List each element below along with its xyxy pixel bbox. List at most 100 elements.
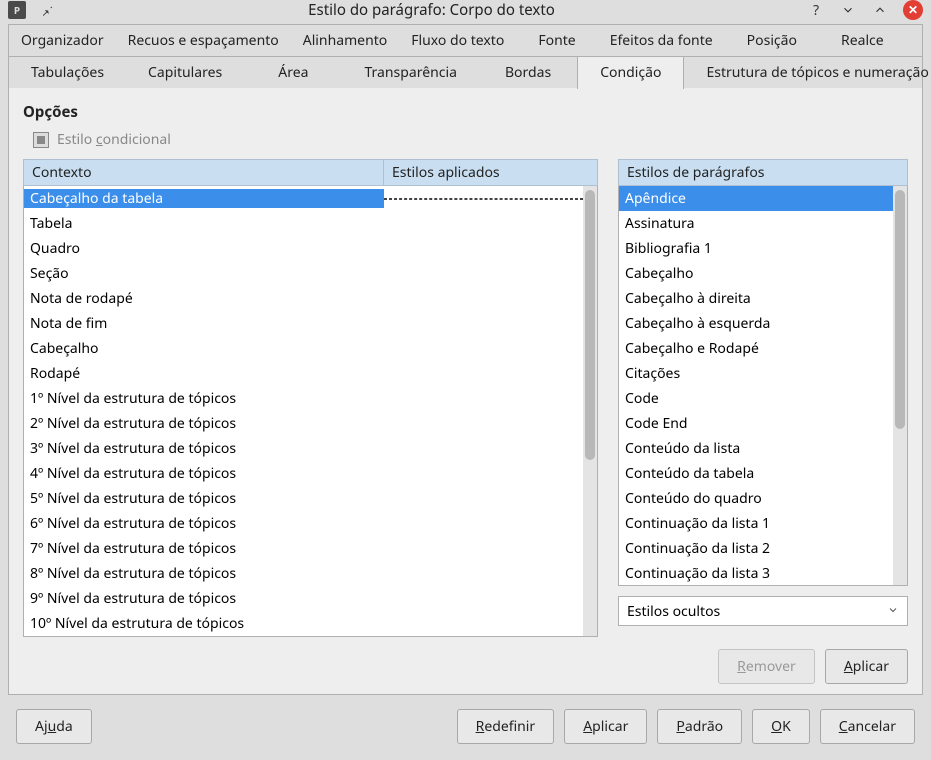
context-row[interactable]: 3º Nível da estrutura de tópicos [24,436,583,461]
context-cell: 9º Nível da estrutura de tópicos [24,589,384,608]
context-cell: Nota de fim [24,314,384,333]
lists-row: Contexto Estilos aplicados Cabeçalho da … [23,159,908,637]
context-row[interactable]: 2º Nível da estrutura de tópicos [24,411,583,436]
tab-content: Opções Estilo condicional Contexto Estil… [8,88,923,695]
paragraph-style-row[interactable]: Cabeçalho à direita [619,286,893,311]
paragraph-style-row[interactable]: Code [619,386,893,411]
context-row[interactable]: Rodapé [24,361,583,386]
header-estilos-aplicados[interactable]: Estilos aplicados [384,160,597,185]
tab-organizador[interactable]: Organizador [9,25,116,56]
tab-capitulares[interactable]: Capitulares [126,57,244,88]
titlebar: P Estilo do parágrafo: Corpo do texto ? … [0,0,931,20]
context-cell: Nota de rodapé [24,289,384,308]
context-cell: Cabeçalho da tabela [24,189,384,208]
context-cell: 7º Nível da estrutura de tópicos [24,539,384,558]
maximize-icon[interactable] [871,1,889,19]
close-icon[interactable]: ✕ [903,0,923,20]
tab-area[interactable]: Área [244,57,342,88]
paragraph-style-row[interactable]: Conteúdo da lista [619,436,893,461]
context-row[interactable]: Cabeçalho da tabela [24,186,583,211]
chevron-down-icon [887,602,899,621]
tab-row-1: Organizador Recuos e espaçamento Alinham… [9,25,922,56]
tab-transparencia[interactable]: Transparência [342,57,479,88]
paragraph-style-row[interactable]: Cabeçalho à esquerda [619,311,893,336]
paragraph-style-row[interactable]: Cabeçalho [619,261,893,286]
paragraph-style-row[interactable]: Cabeçalho e Rodapé [619,336,893,361]
paragraph-style-row[interactable]: Continuação da lista 3 [619,561,893,585]
tab-fonte[interactable]: Fonte [516,25,597,56]
ajuda-button[interactable]: Ajuda [16,709,92,744]
conditional-style-checkbox[interactable] [33,132,49,148]
tab-alinhamento[interactable]: Alinhamento [291,25,400,56]
pin-icon[interactable] [38,1,56,19]
tab-bordas[interactable]: Bordas [479,57,577,88]
paragraph-scrollbar[interactable] [893,186,907,585]
header-estilos-paragrafos[interactable]: Estilos de parágrafos [619,160,907,185]
window-title: Estilo do parágrafo: Corpo do texto [56,0,807,20]
context-row[interactable]: Nota de fim [24,311,583,336]
padrao-button[interactable]: Padrão [657,709,742,744]
dropdown-value: Estilos ocultos [627,602,720,621]
context-row[interactable]: 1º Nível da estrutura de tópicos [24,386,583,411]
paragraph-style-row[interactable]: Apêndice [619,186,893,211]
paragraph-styles-panel: Estilos de parágrafos ApêndiceAssinatura… [618,159,908,637]
paragraph-style-row[interactable]: Conteúdo do quadro [619,486,893,511]
context-row[interactable]: Tabela [24,211,583,236]
tab-condicao[interactable]: Condição [577,56,684,89]
context-row[interactable]: 10º Nível da estrutura de tópicos [24,611,583,636]
tab-realce[interactable]: Realce [819,25,906,56]
context-list[interactable]: Cabeçalho da tabela TabelaQuadroSeção Nota… [24,186,583,636]
tab-efeitos[interactable]: Efeitos da fonte [598,25,725,56]
context-row[interactable]: Seção [24,261,583,286]
conditional-style-row: Estilo condicional [33,130,908,149]
paragraph-styles-list[interactable]: ApêndiceAssinaturaBibliografia 1Cabeçalh… [619,186,893,585]
tab-posicao[interactable]: Posição [725,25,819,56]
mid-buttons: Remover Aplicar [23,649,908,684]
context-cell: 5º Nível da estrutura de tópicos [24,489,384,508]
context-row[interactable]: Nota de rodapé [24,286,583,311]
titlebar-right: ? ✕ [807,0,923,20]
header-contexto[interactable]: Contexto [24,160,384,185]
dialog-footer: Ajuda Redefinir Aplicar Padrão OK Cancel… [0,695,931,760]
tab-recuos[interactable]: Recuos e espaçamento [116,25,291,56]
context-row[interactable]: 6º Nível da estrutura de tópicos [24,511,583,536]
context-cell: 4º Nível da estrutura de tópicos [24,464,384,483]
remover-button[interactable]: Remover [718,649,815,684]
tab-estrutura[interactable]: Estrutura de tópicos e numeração [684,57,931,88]
context-list-wrap: Cabeçalho da tabela TabelaQuadroSeção Nota… [23,186,598,637]
context-cell: 2º Nível da estrutura de tópicos [24,414,384,433]
redefinir-button[interactable]: Redefinir [457,709,555,744]
hidden-styles-dropdown[interactable]: Estilos ocultos [618,596,908,626]
conditional-style-label: Estilo condicional [57,130,171,149]
paragraph-style-row[interactable]: Citações [619,361,893,386]
minimize-icon[interactable] [839,1,857,19]
paragraph-style-row[interactable]: Continuação da lista 2 [619,536,893,561]
app-icon: P [8,1,26,19]
paragraph-styles-header: Estilos de parágrafos [618,159,908,186]
context-row[interactable]: 7º Nível da estrutura de tópicos [24,536,583,561]
context-panel: Contexto Estilos aplicados Cabeçalho da … [23,159,598,637]
context-row[interactable]: 8º Nível da estrutura de tópicos [24,561,583,586]
ok-button[interactable]: OK [752,709,810,744]
paragraph-style-row[interactable]: Conteúdo da tabela [619,461,893,486]
paragraph-style-row[interactable]: Code End [619,411,893,436]
context-row[interactable]: 9º Nível da estrutura de tópicos [24,586,583,611]
cancelar-button[interactable]: Cancelar [820,709,915,744]
paragraph-style-row[interactable]: Bibliografia 1 [619,236,893,261]
aplicar-footer-button[interactable]: Aplicar [564,709,647,744]
help-icon[interactable]: ? [807,1,825,19]
options-label: Opções [23,102,908,122]
context-cell: 10º Nível da estrutura de tópicos [24,614,384,633]
context-scrollbar[interactable] [583,186,597,636]
paragraph-style-row[interactable]: Continuação da lista 1 [619,511,893,536]
context-row[interactable]: Quadro [24,236,583,261]
tab-tabulacoes[interactable]: Tabulações [9,57,126,88]
aplicar-inner-button[interactable]: Aplicar [825,649,908,684]
tab-fluxo[interactable]: Fluxo do texto [399,25,516,56]
context-row[interactable]: 4º Nível da estrutura de tópicos [24,461,583,486]
context-row[interactable]: 5º Nível da estrutura de tópicos [24,486,583,511]
paragraph-style-row[interactable]: Assinatura [619,211,893,236]
context-row[interactable]: Cabeçalho [24,336,583,361]
tabs: Organizador Recuos e espaçamento Alinham… [8,24,923,88]
context-cell: 8º Nível da estrutura de tópicos [24,564,384,583]
